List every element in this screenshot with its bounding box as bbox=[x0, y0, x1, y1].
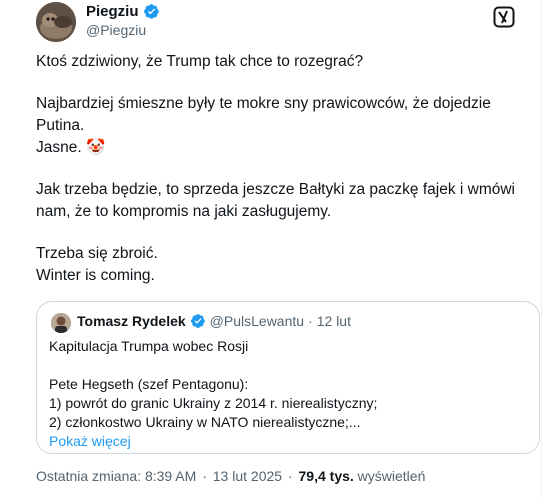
grok-icon[interactable] bbox=[492, 5, 516, 29]
quoted-line: 1) powrót do granic Ukrainy z 2014 r. ni… bbox=[49, 395, 378, 411]
meta-separator: · bbox=[202, 468, 207, 484]
tweet-line: Jak trzeba będzie, to sprzeda jeszcze Ba… bbox=[36, 181, 515, 220]
show-more-link[interactable]: Pokaż więcej bbox=[49, 432, 529, 451]
quoted-date[interactable]: 12 lut bbox=[317, 313, 351, 329]
views-count[interactable]: 79,4 tys. bbox=[299, 468, 354, 484]
quoted-display-name[interactable]: Tomasz Rydelek bbox=[77, 313, 186, 329]
tweet-text: Ktoś zdziwiony, że Trump tak chce to roz… bbox=[36, 51, 536, 287]
quoted-line: 2) członkostwo Ukrainy w NATO nierealist… bbox=[49, 414, 361, 430]
verified-badge-icon[interactable] bbox=[143, 3, 160, 20]
quoted-handle[interactable]: @PulsLewantu bbox=[210, 313, 304, 329]
quoted-text: Kapitulacja Trumpa wobec Rosji Pete Hegs… bbox=[49, 337, 529, 451]
avatar[interactable] bbox=[36, 2, 76, 42]
quoted-header: Tomasz Rydelek @PulsLewantu · 12 lut bbox=[77, 313, 351, 329]
tweet-line: Jasne. 🤡 bbox=[36, 139, 106, 156]
right-divider bbox=[541, 0, 554, 500]
tweet-line: Winter is coming. bbox=[36, 267, 155, 284]
author-handle[interactable]: @Piegziu bbox=[86, 22, 146, 38]
quoted-separator: · bbox=[308, 313, 313, 329]
edited-label[interactable]: Ostatnia zmiana: 8:39 AM bbox=[36, 468, 196, 484]
meta-separator: · bbox=[287, 468, 293, 484]
verified-badge-icon[interactable] bbox=[190, 313, 206, 329]
tweet-line: Najbardziej śmieszne były te mokre sny p… bbox=[36, 95, 491, 134]
tweet-date[interactable]: 13 lut 2025 bbox=[213, 468, 282, 484]
quoted-avatar[interactable] bbox=[51, 313, 71, 333]
avatar-image bbox=[36, 2, 76, 42]
quoted-title: Kapitulacja Trumpa wobec Rosji bbox=[49, 338, 249, 354]
tweet-meta: Ostatnia zmiana: 8:39 AM · 13 lut 2025 ·… bbox=[36, 468, 425, 484]
quoted-line: Pete Hegseth (szef Pentagonu): bbox=[49, 376, 249, 392]
tweet: Piegziu @Piegziu Ktoś zdziwiony, że Trum… bbox=[0, 0, 554, 500]
tweet-line: Trzeba się zbroić. bbox=[36, 245, 158, 262]
author-display-name[interactable]: Piegziu bbox=[86, 3, 139, 20]
views-label: wyświetleń bbox=[357, 468, 426, 484]
tweet-line: Ktoś zdziwiony, że Trump tak chce to roz… bbox=[36, 53, 364, 70]
quoted-tweet[interactable]: Tomasz Rydelek @PulsLewantu · 12 lut Kap… bbox=[36, 301, 540, 454]
author-name-row: Piegziu bbox=[86, 3, 160, 20]
